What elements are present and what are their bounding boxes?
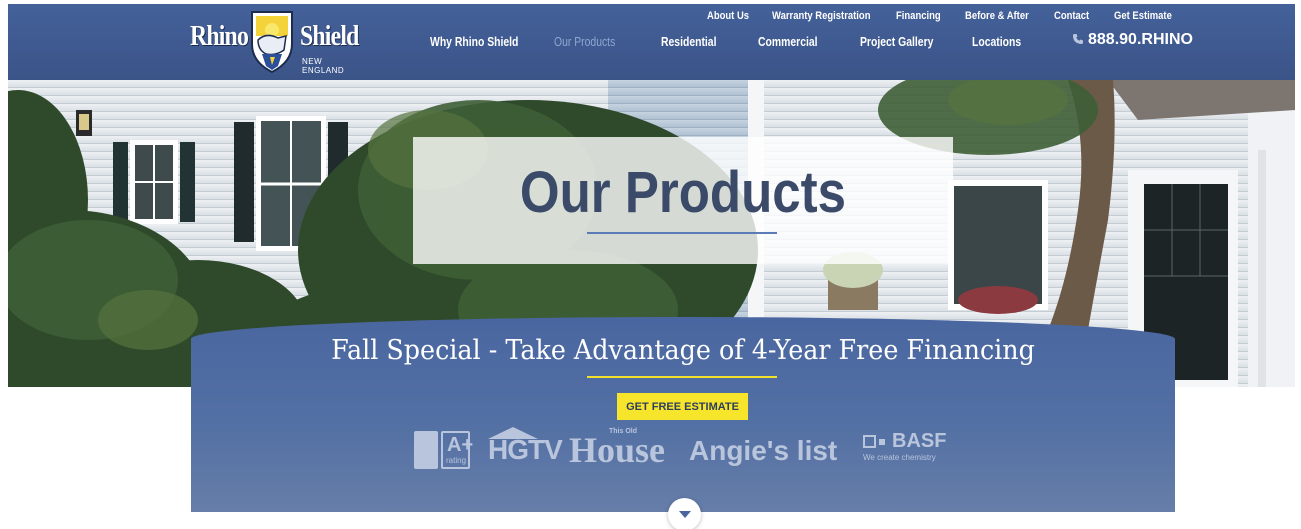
nav-residential[interactable]: Residential [661, 34, 716, 49]
phone-icon [1073, 34, 1083, 44]
angies-list-logo[interactable]: Angie's list [689, 435, 837, 467]
get-free-estimate-button[interactable]: GET FREE ESTIMATE [617, 393, 748, 420]
util-link-financing[interactable]: Financing [896, 10, 941, 22]
promo-underline [587, 376, 777, 378]
site-header: Rhino Shield NEW ENGLAND About Us Warran… [8, 4, 1295, 80]
rhino-shield-badge-icon [251, 11, 293, 74]
util-link-warranty-registration[interactable]: Warranty Registration [772, 10, 870, 22]
trust-badges: A+ rating HGTV This Old House Angie's li… [191, 427, 1175, 473]
bbb-badge[interactable]: A+ rating [414, 431, 474, 469]
chevron-down-icon [678, 511, 691, 518]
basf-name: BASF [892, 430, 947, 452]
hero-title-box: Our Products [413, 137, 953, 264]
util-link-about-us[interactable]: About Us [707, 10, 749, 22]
basf-dot-icon [879, 439, 885, 445]
logo-word-shield: Shield [300, 20, 359, 52]
promo-panel: Fall Special - Take Advantage of 4-Year … [191, 317, 1175, 512]
scroll-down-button[interactable] [668, 498, 701, 529]
bbb-torch-icon [414, 431, 438, 469]
bbb-grade: A+ [447, 434, 474, 456]
hgtv-logo[interactable]: HGTV [488, 434, 563, 466]
basf-tagline: We create chemistry [863, 453, 936, 462]
bbb-grade-box: A+ rating [441, 431, 474, 469]
util-link-before-after[interactable]: Before & After [965, 10, 1029, 22]
page-title: Our Products [519, 160, 847, 225]
site-logo[interactable]: Rhino Shield NEW ENGLAND [190, 10, 362, 76]
promo-headline: Fall Special - Take Advantage of 4-Year … [331, 335, 1035, 366]
nav-project-gallery[interactable]: Project Gallery [860, 34, 933, 49]
nav-why-rhino-shield[interactable]: Why Rhino Shield [430, 34, 518, 49]
logo-subtitle: NEW ENGLAND [302, 57, 345, 75]
logo-word-rhino: Rhino [190, 20, 249, 52]
util-link-contact[interactable]: Contact [1054, 10, 1089, 22]
phone-number: 888.90.RHINO [1088, 31, 1193, 48]
util-link-get-estimate[interactable]: Get Estimate [1114, 10, 1172, 22]
phone-link[interactable]: 888.90.RHINO [1072, 31, 1193, 49]
nav-our-products[interactable]: Our Products [554, 34, 615, 49]
title-underline [587, 232, 777, 234]
basf-square-icon [863, 435, 876, 448]
nav-commercial[interactable]: Commercial [758, 34, 818, 49]
bbb-rating-label: rating [446, 456, 467, 465]
this-old-house-logo[interactable]: House [569, 431, 665, 469]
nav-locations[interactable]: Locations [972, 34, 1021, 49]
